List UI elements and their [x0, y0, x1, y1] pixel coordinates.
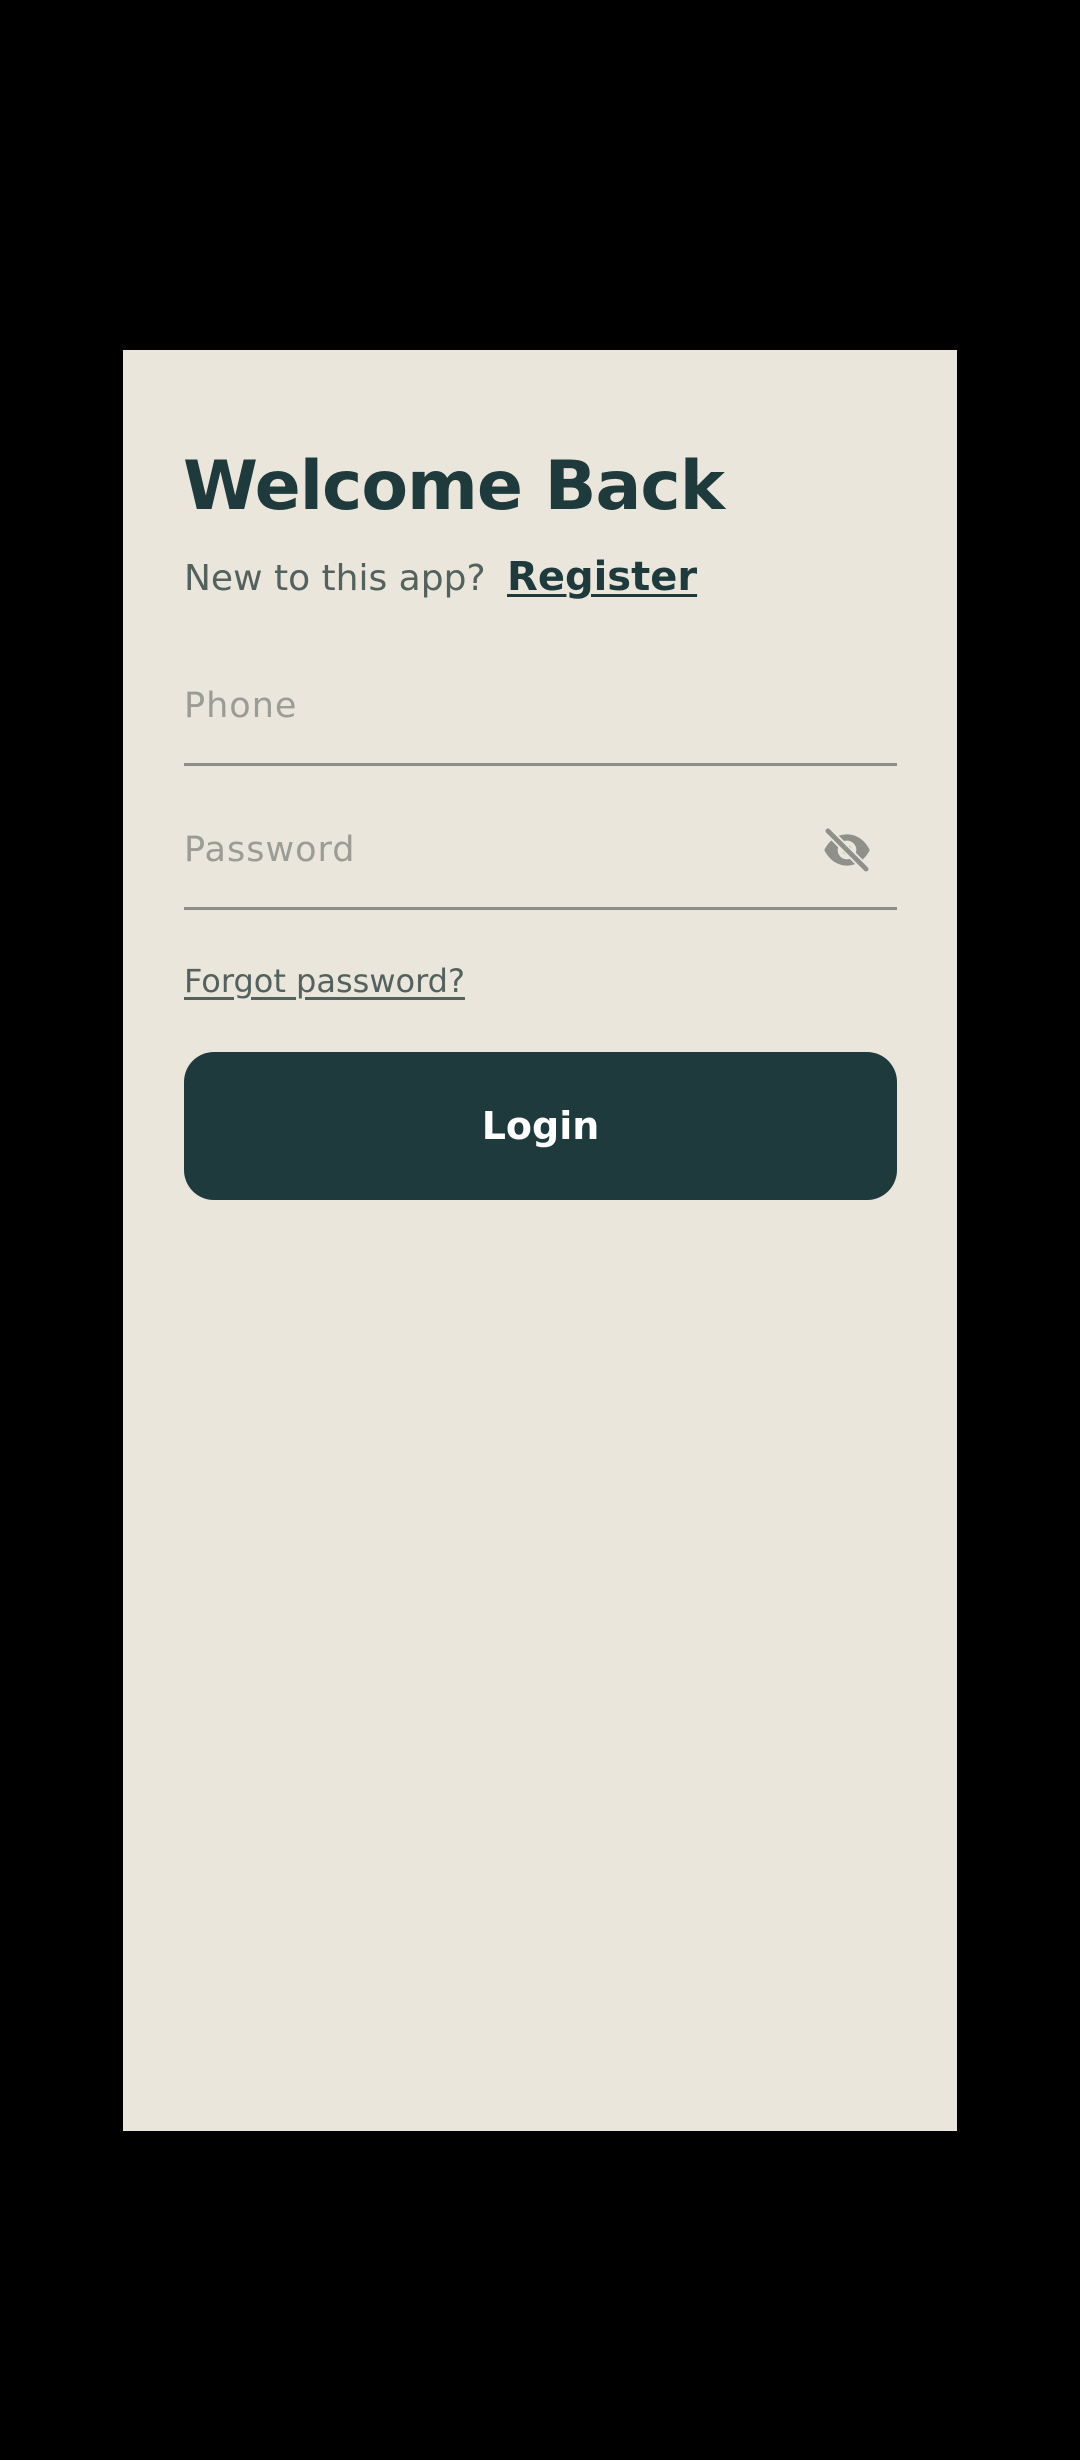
password-input[interactable]: [184, 822, 804, 878]
register-link[interactable]: Register: [507, 554, 697, 600]
login-button[interactable]: Login: [184, 1052, 897, 1200]
login-screen: Welcome Back New to this app? Register F…: [123, 350, 957, 2131]
eye-off-icon[interactable]: [821, 824, 873, 876]
phone-field: [184, 654, 897, 766]
page-title: Welcome Back: [183, 447, 725, 526]
phone-input[interactable]: [184, 678, 804, 734]
password-field: [184, 798, 897, 910]
register-prompt: New to this app? Register: [184, 553, 697, 601]
register-prompt-text: New to this app?: [184, 558, 486, 599]
forgot-password-link[interactable]: Forgot password?: [184, 962, 465, 1000]
